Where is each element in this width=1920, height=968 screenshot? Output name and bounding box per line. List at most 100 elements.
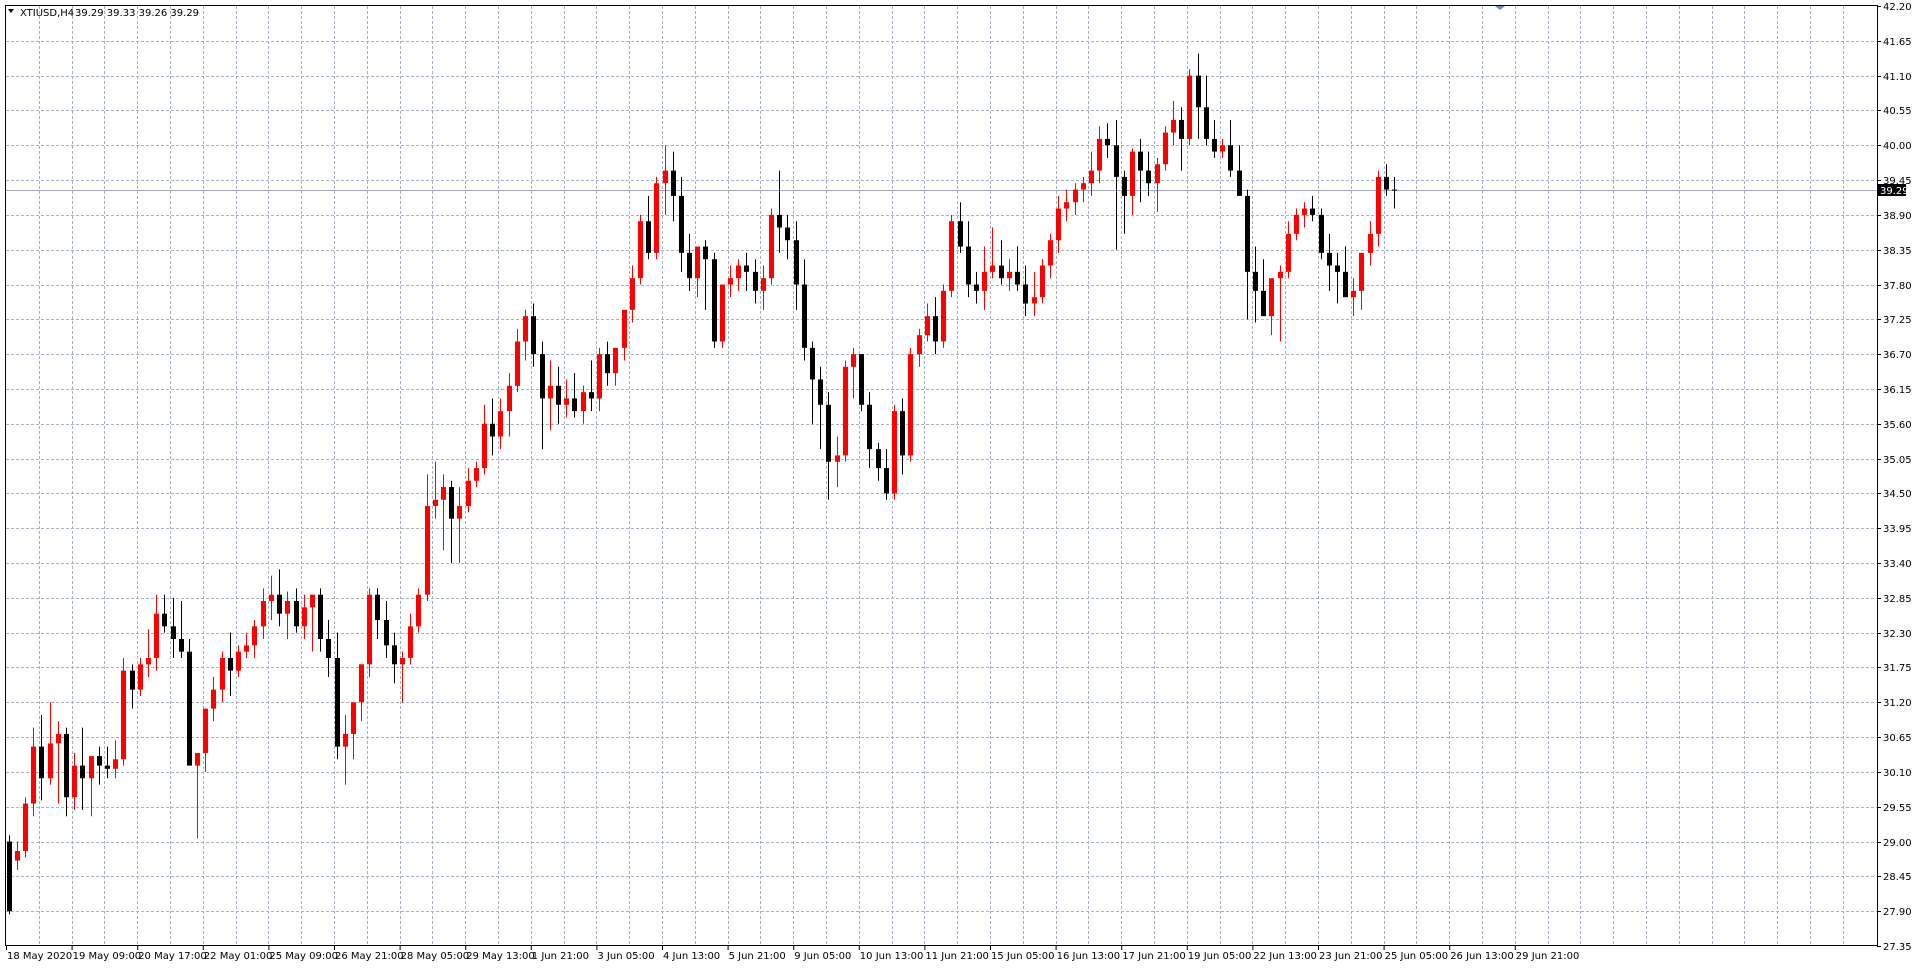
candle-body: [1064, 202, 1069, 209]
candle-body: [982, 271, 987, 291]
candle-body: [777, 214, 782, 228]
candle-body: [1359, 252, 1364, 291]
candle-body: [941, 290, 946, 342]
candle[interactable]: [941, 284, 946, 348]
candle-body: [1212, 138, 1217, 152]
candle-body: [933, 316, 938, 342]
candle-body: [843, 366, 848, 456]
candle-body: [908, 354, 913, 456]
candle-body: [949, 221, 954, 291]
candle-body: [1294, 214, 1299, 234]
candle[interactable]: [1040, 259, 1045, 304]
time-tick-label: 22 Jun 13:00: [1253, 951, 1317, 962]
candle-body: [89, 756, 94, 779]
candle-body: [433, 499, 438, 507]
candle[interactable]: [7, 835, 12, 915]
candle[interactable]: [1187, 69, 1192, 146]
candle-body: [1384, 176, 1389, 190]
candle[interactable]: [908, 347, 913, 462]
candle-body: [318, 594, 323, 639]
candle-body: [1310, 208, 1315, 215]
price-tick-label: 42.20: [1883, 2, 1912, 13]
price-tick-label: 40.55: [1883, 106, 1912, 117]
price-tick-label: 38.90: [1883, 211, 1912, 222]
candle[interactable]: [187, 638, 192, 766]
candle[interactable]: [23, 797, 28, 858]
candle-body: [802, 284, 807, 348]
candle-body: [392, 645, 397, 665]
price-tick-label: 41.65: [1883, 37, 1912, 48]
candle-body: [622, 309, 627, 348]
candle-body: [917, 335, 922, 355]
time-tick-label: 9 Jun 05:00: [794, 951, 851, 962]
candle-body: [531, 316, 536, 355]
time-tick-label: 5 Jun 21:00: [729, 951, 786, 962]
candle-body: [818, 379, 823, 405]
candle-body: [335, 657, 340, 747]
candle-body: [48, 743, 53, 779]
price-chart[interactable]: 42.2041.6541.1040.5540.0039.4538.9038.35…: [0, 0, 1920, 968]
candle[interactable]: [892, 404, 897, 500]
candle-body: [187, 651, 192, 766]
candle-body: [826, 404, 831, 462]
candle-body: [1343, 271, 1348, 298]
candle[interactable]: [1319, 208, 1324, 260]
candle-body: [56, 733, 61, 744]
time-tick-label: 25 Jun 05:00: [1385, 951, 1449, 962]
price-tick-label: 35.60: [1883, 420, 1912, 431]
candle[interactable]: [416, 588, 421, 633]
price-tick-label: 38.35: [1883, 246, 1912, 257]
candle-body: [876, 449, 881, 469]
candle-body: [310, 594, 315, 608]
price-tick-label: 29.55: [1883, 803, 1912, 814]
candle-body: [1269, 278, 1274, 317]
candle-body: [1056, 208, 1061, 241]
price-tick-label: 40.00: [1883, 141, 1912, 152]
candle-body: [589, 392, 594, 399]
candle-body: [400, 657, 405, 665]
candle-body: [1196, 75, 1201, 108]
candle-body: [1089, 170, 1094, 184]
candle-body: [302, 607, 307, 627]
candle-body: [1261, 290, 1266, 317]
candle-body: [769, 214, 774, 279]
candle[interactable]: [712, 252, 717, 348]
time-tick-label: 22 May 01:00: [204, 951, 273, 962]
price-tick-label: 33.40: [1883, 559, 1912, 570]
candle[interactable]: [654, 176, 659, 260]
candle[interactable]: [720, 284, 725, 348]
price-tick-label: 27.35: [1883, 942, 1912, 953]
candle-body: [1130, 151, 1135, 196]
candle[interactable]: [121, 657, 126, 766]
candle-body: [416, 594, 421, 627]
candle[interactable]: [949, 214, 954, 298]
time-tick-label: 26 Jun 13:00: [1450, 951, 1514, 962]
candle-body: [441, 487, 446, 500]
candle[interactable]: [638, 214, 643, 285]
candle-body: [72, 765, 77, 798]
candle-body: [703, 246, 708, 260]
candle-body: [162, 613, 167, 627]
candle-body: [736, 265, 741, 279]
candle-body: [244, 645, 249, 652]
candle[interactable]: [859, 354, 864, 412]
candle-body: [1122, 176, 1127, 196]
candle-body: [1138, 151, 1143, 171]
time-tick-label: 18 May 2020: [7, 951, 72, 962]
candle-body: [1040, 265, 1045, 298]
candle-body: [1228, 145, 1233, 171]
candle-body: [31, 746, 36, 804]
candle-body: [384, 620, 389, 646]
candle[interactable]: [1163, 126, 1168, 171]
candle[interactable]: [843, 360, 848, 462]
candle-body: [884, 468, 889, 494]
candle-body: [867, 404, 872, 450]
price-tick-label: 37.80: [1883, 281, 1912, 292]
candle-body: [974, 284, 979, 291]
candle[interactable]: [367, 588, 372, 677]
candle-body: [605, 354, 610, 374]
candle-body: [892, 411, 897, 494]
candle-body: [367, 594, 372, 665]
candle[interactable]: [769, 208, 774, 285]
price-tick-label: 27.90: [1883, 907, 1912, 918]
